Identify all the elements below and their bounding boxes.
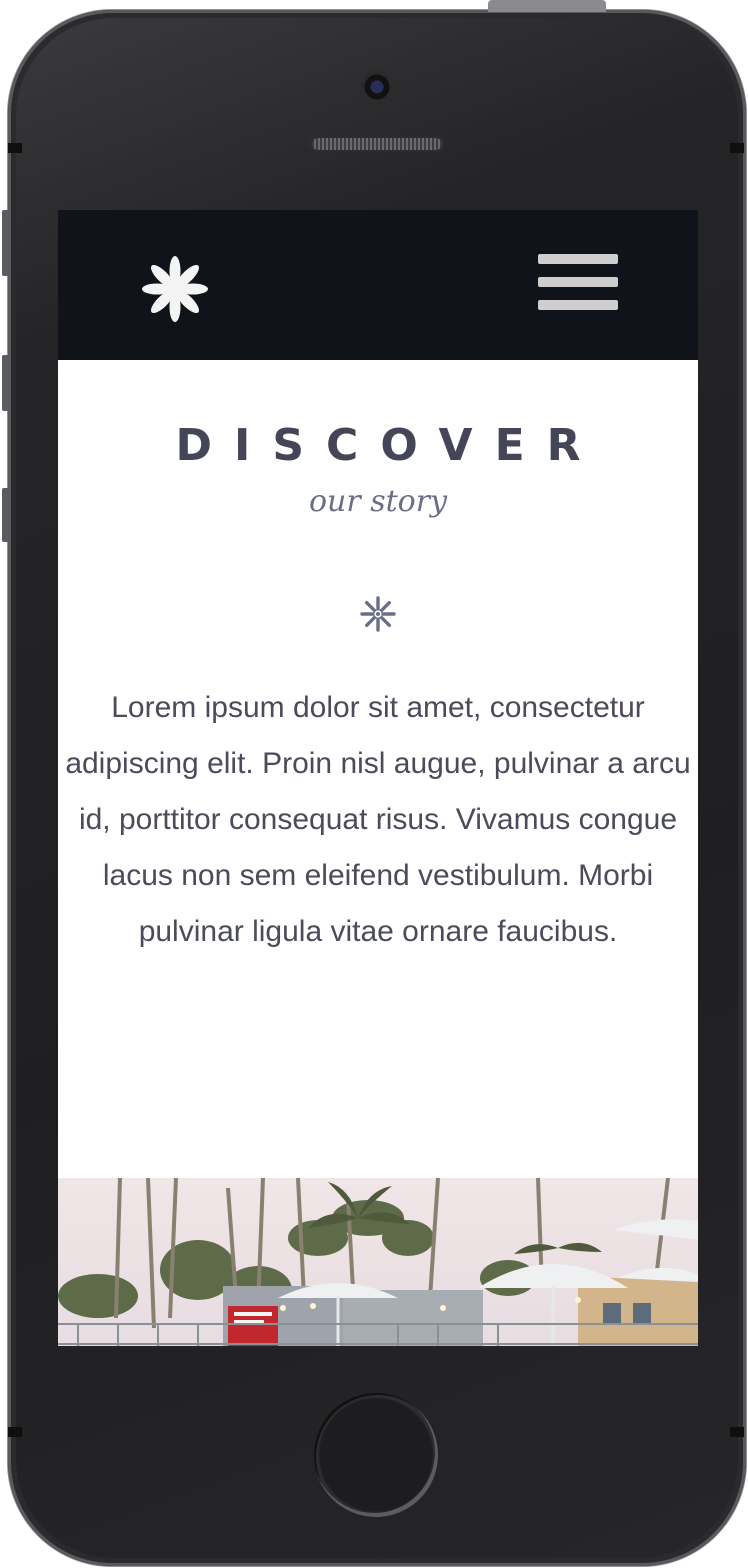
antenna-band [8,143,22,153]
page-subtitle: our story [308,484,448,519]
menu-bar [538,254,618,264]
phone-screen: DISCOVER our story Lorem ipsum dolor sit… [58,210,698,1346]
volume-down-button [2,488,10,542]
volume-up-button [2,355,10,411]
power-button [488,0,606,12]
resort-photo [58,1178,698,1346]
antenna-band [8,1427,22,1437]
asterisk-flower-icon[interactable] [140,254,210,324]
antenna-band [730,143,744,153]
front-camera [360,70,394,104]
intro-paragraph: Lorem ipsum dolor sit amet, consectetur … [65,691,691,948]
mute-switch [2,210,10,276]
hamburger-menu-icon[interactable] [538,254,618,312]
antenna-band [730,1427,744,1437]
page-title: DISCOVER [175,420,603,471]
asterisk-flower-icon [360,596,396,632]
earpiece-speaker [310,136,444,152]
menu-bar [538,300,618,310]
menu-bar [538,277,618,287]
home-button [314,1393,438,1517]
site-header [58,210,698,360]
resort-photo-image [58,1178,698,1346]
